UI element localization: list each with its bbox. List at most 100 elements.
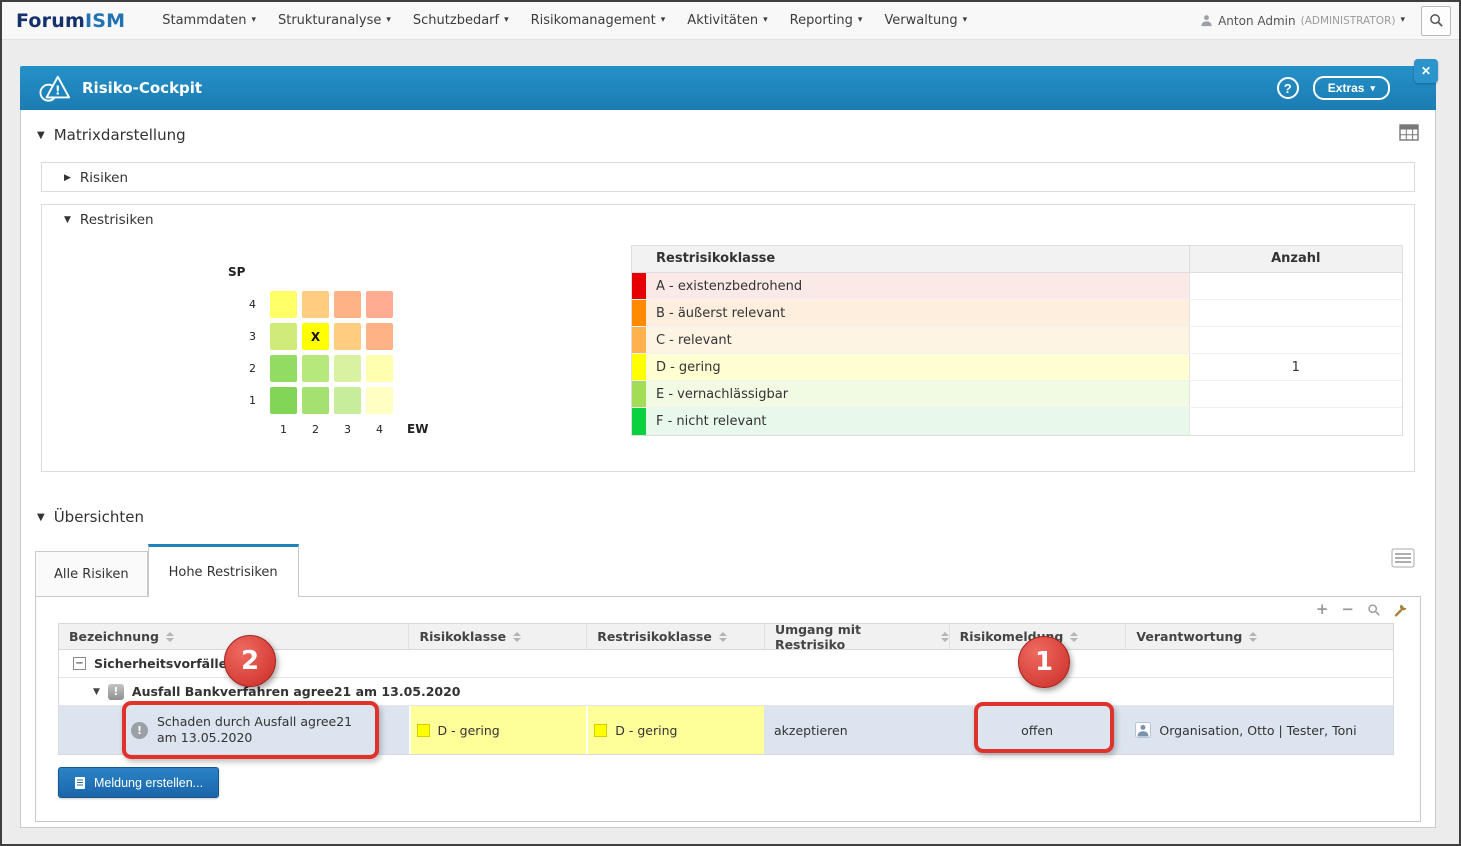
menu-stammdaten[interactable]: Stammdaten ▾ — [151, 2, 267, 40]
cockpit-header: ! Risiko-Cockpit ? Extras ▾ ✕ — [20, 66, 1436, 110]
cell-bezeichnung[interactable]: ! Schaden durch Ausfall agree21 am 13.05… — [59, 706, 409, 754]
class-count — [1189, 273, 1402, 299]
column-label: Risikoklasse — [419, 629, 506, 644]
user-role: (ADMINISTRATOR) — [1301, 15, 1396, 27]
section-matrixdarstellung[interactable]: ▼ Matrixdarstellung — [37, 126, 1419, 144]
menu-label: Verwaltung — [884, 13, 957, 28]
column-header-risikoklasse[interactable]: Risikoklasse — [408, 624, 586, 649]
app-logo[interactable]: ForumISM — [16, 10, 125, 32]
matrix-cell[interactable] — [334, 291, 361, 318]
header-restrisikoklasse: Restrisikoklasse — [632, 246, 1189, 272]
top-navigation-bar: ForumISM Stammdaten ▾ Strukturanalyse ▾ … — [2, 2, 1459, 40]
menu-label: Reporting — [790, 13, 853, 28]
menu-reporting[interactable]: Reporting ▾ — [779, 2, 874, 40]
sort-icons[interactable] — [719, 632, 727, 642]
matrix-cell[interactable] — [334, 387, 361, 414]
matrix-cell-marked[interactable]: X — [302, 323, 329, 350]
column-header-umgang[interactable]: Umgang mit Restrisiko — [764, 624, 949, 649]
parent-risk-label: Ausfall Bankverfahren agree21 am 13.05.2… — [132, 684, 461, 699]
close-button[interactable]: ✕ — [1414, 59, 1438, 83]
section-uebersichten[interactable]: ▼ Übersichten — [37, 508, 1419, 526]
warning-icon: ! — [108, 684, 124, 700]
table-toolbar: + − — [1316, 602, 1408, 617]
matrix-cell[interactable] — [366, 387, 393, 414]
class-count — [1189, 327, 1402, 353]
column-header-verantwortung[interactable]: Verantwortung — [1125, 624, 1393, 649]
search-button[interactable] — [1421, 6, 1451, 36]
table-row[interactable]: ! Schaden durch Ausfall agree21 am 13.05… — [59, 706, 1393, 754]
person-icon — [1135, 722, 1151, 738]
matrix-cell[interactable] — [270, 323, 297, 350]
list-view-icon[interactable] — [1391, 548, 1415, 572]
triangle-expanded-icon: ▼ — [64, 215, 71, 225]
collapse-group-icon[interactable]: − — [73, 657, 86, 670]
column-header-bezeichnung[interactable]: Bezeichnung — [59, 624, 408, 649]
sort-icons[interactable] — [1249, 632, 1257, 642]
accordion-restrisiken-header[interactable]: ▼ Restrisiken — [42, 205, 1414, 235]
cell-restrisikoklasse: D - gering — [586, 706, 764, 754]
menu-strukturanalyse[interactable]: Strukturanalyse ▾ — [267, 2, 402, 40]
menu-schutzbedarf[interactable]: Schutzbedarf ▾ — [402, 2, 520, 40]
sort-icons[interactable] — [1070, 632, 1078, 642]
triangle-expanded-icon[interactable]: ▼ — [93, 687, 100, 697]
matrix-cell[interactable] — [334, 355, 361, 382]
class-label: D - gering — [646, 354, 1189, 380]
column-label: Restrisikoklasse — [597, 629, 712, 644]
cell-umgang: akzeptieren — [764, 706, 949, 754]
matrix-col-label: 4 — [366, 423, 393, 436]
class-count — [1189, 381, 1402, 407]
verantwortung-value: Organisation, Otto | Tester, Toni — [1159, 723, 1356, 738]
parent-risk-row[interactable]: ▼ ! Ausfall Bankverfahren agree21 am 13.… — [59, 678, 1393, 706]
matrix-cell[interactable] — [366, 291, 393, 318]
column-header-risikomeldung[interactable]: Risikomeldung — [949, 624, 1126, 649]
menu-label: Schutzbedarf — [413, 13, 499, 28]
matrix-cell[interactable] — [302, 387, 329, 414]
group-row-sicherheitsvorfaelle[interactable]: − Sicherheitsvorfälle — [59, 650, 1393, 678]
menu-aktivitaeten[interactable]: Aktivitäten ▾ — [676, 2, 778, 40]
logo-forum-text: Forum — [16, 10, 85, 32]
matrix-cell[interactable] — [302, 291, 329, 318]
plus-icon[interactable]: + — [1316, 602, 1329, 617]
chevron-down-icon: ▾ — [251, 16, 256, 25]
menu-label: Aktivitäten — [687, 13, 758, 28]
column-label: Verantwortung — [1136, 629, 1242, 644]
search-icon[interactable] — [1367, 603, 1381, 617]
user-menu[interactable]: Anton Admin (ADMINISTRATOR) ▾ — [1200, 14, 1421, 28]
page-title: Risiko-Cockpit — [82, 79, 202, 97]
grid-view-icon[interactable] — [1399, 124, 1419, 145]
matrix-cell[interactable] — [334, 323, 361, 350]
matrix-cell[interactable] — [270, 355, 297, 382]
table-row-class-d: D - gering 1 — [632, 354, 1402, 381]
column-header-restrisikoklasse[interactable]: Restrisikoklasse — [586, 624, 764, 649]
class-label: B - äußerst relevant — [646, 300, 1189, 326]
class-label: C - relevant — [646, 327, 1189, 353]
menu-verwaltung[interactable]: Verwaltung ▾ — [873, 2, 978, 40]
help-button[interactable]: ? — [1277, 77, 1299, 99]
menu-risikomanagement[interactable]: Risikomanagement ▾ — [520, 2, 677, 40]
main-menu: Stammdaten ▾ Strukturanalyse ▾ Schutzbed… — [151, 2, 978, 40]
meldung-erstellen-button[interactable]: Meldung erstellen... — [58, 767, 219, 798]
close-icon: ✕ — [1421, 64, 1431, 78]
matrix-cell[interactable] — [366, 355, 393, 382]
column-label: Bezeichnung — [69, 629, 159, 644]
extras-label: Extras — [1328, 81, 1365, 95]
sort-icons[interactable] — [941, 632, 949, 642]
extras-button[interactable]: Extras ▾ — [1313, 76, 1390, 100]
matrix-cell[interactable] — [366, 323, 393, 350]
matrix-cell[interactable] — [270, 291, 297, 318]
overview-tabs: Alle Risiken Hohe Restrisiken — [35, 544, 299, 597]
hohe-restrisiken-table: Bezeichnung Risikoklasse Restrisikoklass… — [58, 623, 1394, 755]
sort-icons[interactable] — [513, 632, 521, 642]
cell-verantwortung: Organisation, Otto | Tester, Toni — [1125, 706, 1393, 754]
tab-alle-risiken[interactable]: Alle Risiken — [35, 551, 148, 597]
matrix-cell[interactable] — [270, 387, 297, 414]
accordion-risiken[interactable]: ▶ Risiken — [41, 162, 1415, 192]
tab-hohe-restrisiken[interactable]: Hohe Restrisiken — [148, 544, 299, 597]
table-row-class-c: C - relevant — [632, 327, 1402, 354]
class-color-bar — [632, 327, 646, 353]
minus-icon[interactable]: − — [1341, 602, 1354, 617]
wrench-icon[interactable] — [1394, 603, 1408, 617]
matrix-cell[interactable] — [302, 355, 329, 382]
table-row-class-a: A - existenzbedrohend — [632, 273, 1402, 300]
sort-icons[interactable] — [166, 632, 174, 642]
